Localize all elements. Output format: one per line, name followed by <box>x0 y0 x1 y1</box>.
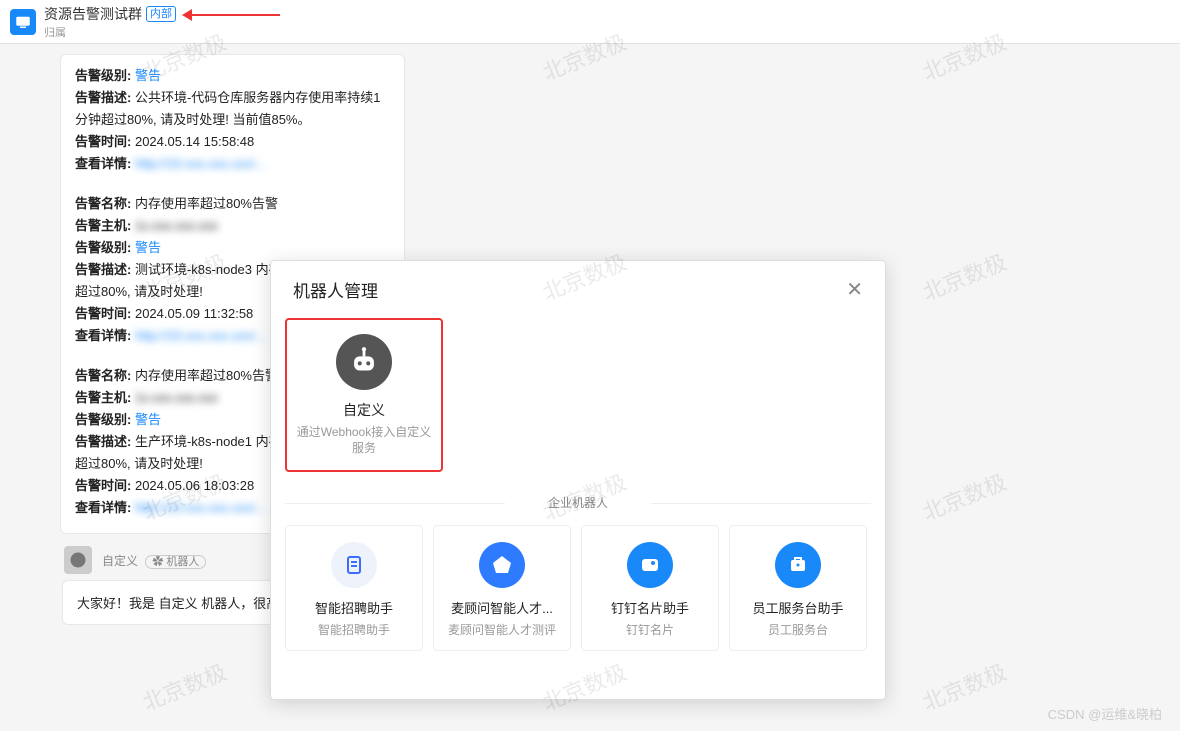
detail-link[interactable]: http://10.xxx.xxx.xxx/... <box>135 328 266 343</box>
group-title: 资源告警测试群 <box>44 4 142 24</box>
internal-tag: 内部 <box>146 6 176 22</box>
talent-icon <box>479 542 525 588</box>
modal-body[interactable]: 自定义 通过Webhook接入自定义服务 企业机器人 智能招聘助手 智能招聘助手… <box>271 318 885 699</box>
bot-card-service[interactable]: 员工服务台助手 员工服务台 <box>729 525 867 651</box>
robot-grid: 智能招聘助手 智能招聘助手 麦顾问智能人才... 麦顾问智能人才测评 钉钉名片助… <box>285 525 871 651</box>
recruit-icon <box>331 542 377 588</box>
robot-tag: ✿ 机器人 <box>145 555 206 569</box>
detail-link[interactable]: http://10.xxx.xxx.xxx/... <box>135 156 266 171</box>
csdn-credit: CSDN @运维&晓柏 <box>1048 704 1162 723</box>
group-icon <box>10 9 36 35</box>
enterprise-robots-label: 企业机器人 <box>285 494 871 511</box>
service-icon <box>775 542 821 588</box>
detail-link[interactable]: http://10.xxx.xxx.xxx/... <box>135 500 266 515</box>
modal-title: 机器人管理 <box>293 277 378 302</box>
bot-card-recruit[interactable]: 智能招聘助手 智能招聘助手 <box>285 525 423 651</box>
card-icon <box>627 542 673 588</box>
alert-level: 警告 <box>135 68 161 83</box>
bot-card-card[interactable]: 钉钉名片助手 钉钉名片 <box>581 525 719 651</box>
custom-robot-card[interactable]: 自定义 通过Webhook接入自定义服务 <box>285 318 443 472</box>
robot-icon <box>336 334 392 390</box>
bot-card-talent[interactable]: 麦顾问智能人才... 麦顾问智能人才测评 <box>433 525 571 651</box>
chat-header: 资源告警测试群 内部 归属 <box>0 0 1180 44</box>
robot-management-modal: 机器人管理 ✕ 自定义 通过Webhook接入自定义服务 企业机器人 智能招聘助… <box>270 260 886 700</box>
close-button[interactable]: ✕ <box>846 277 863 302</box>
bot-avatar <box>64 546 92 574</box>
group-owner-label: 归属 <box>44 24 176 40</box>
annotation-arrow <box>190 14 280 16</box>
